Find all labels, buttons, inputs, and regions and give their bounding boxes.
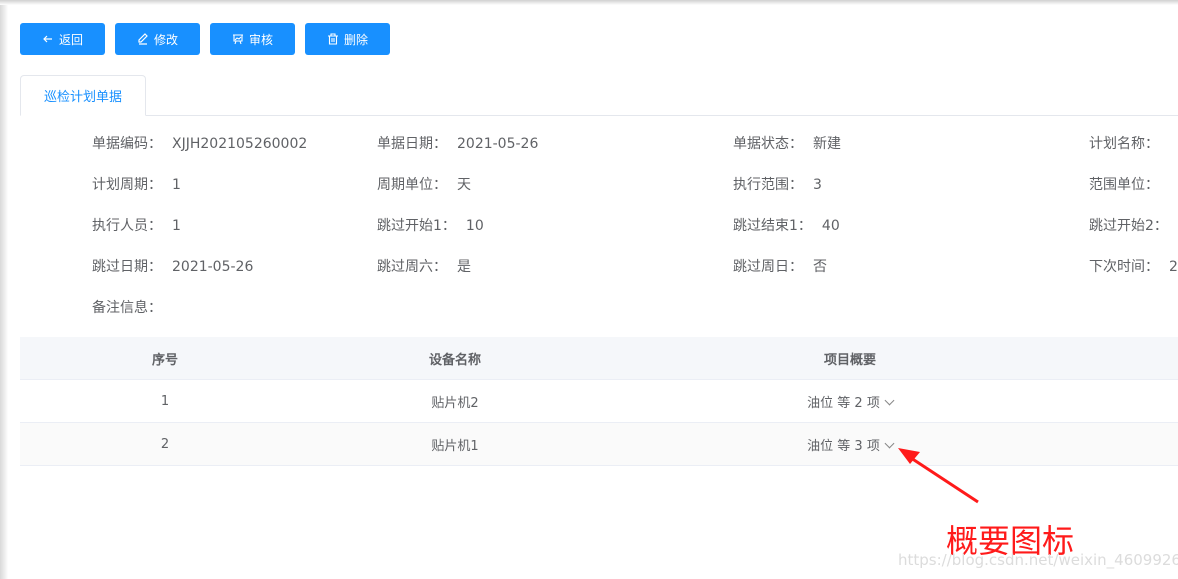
table-row: 1 贴片机2 油位 等 2 项 (20, 380, 1178, 423)
field: 范围单位： (1089, 174, 1169, 194)
summary-toggle[interactable]: 油位 等 3 项 (600, 435, 1100, 454)
cell-index: 2 (160, 436, 170, 452)
field-value: 是 (457, 259, 471, 275)
field-value: 1 (172, 218, 181, 234)
field: 单据状态： 新建 (733, 133, 841, 153)
field: 执行人员： 1 (92, 215, 181, 235)
field: 执行范围： 3 (733, 174, 822, 194)
field-value: XJJH202105260002 (172, 136, 308, 152)
field-label: 跳过周日： (733, 259, 803, 275)
field-label: 单据日期： (377, 136, 447, 152)
cell-device-name: 贴片机1 (431, 438, 479, 454)
delete-button[interactable]: 删除 (305, 23, 390, 55)
field-label: 备注信息： (92, 300, 162, 316)
cell-device-name: 贴片机2 (431, 395, 479, 411)
top-shadow (0, 0, 1178, 5)
field-label: 单据编码： (92, 136, 162, 152)
trash-icon (327, 33, 338, 45)
header-index: 序号 (151, 352, 178, 368)
field-value: 10 (465, 218, 484, 234)
field-label: 跳过周六： (377, 259, 447, 275)
back-label: 返回 (58, 32, 83, 47)
field-label: 单据状态： (733, 136, 803, 152)
field: 下次时间： 2 (1089, 256, 1178, 276)
field-label: 跳过开始1： (377, 218, 456, 234)
field-value: 新建 (813, 136, 841, 152)
field: 跳过周六： 是 (377, 256, 471, 276)
field-label: 跳过结束1： (733, 218, 812, 234)
field: 备注信息： (92, 297, 172, 317)
table-row: 2 贴片机1 油位 等 3 项 (20, 423, 1178, 466)
field-label: 跳过开始2： (1089, 218, 1168, 234)
field-label: 计划名称： (1089, 136, 1159, 152)
field: 跳过周日： 否 (733, 256, 827, 276)
cell-summary: 油位 等 2 项 (807, 395, 880, 411)
cell-summary: 油位 等 3 项 (807, 438, 880, 454)
field-value: 1 (172, 177, 181, 193)
audit-label: 审核 (248, 32, 273, 47)
header-summary: 项目概要 (823, 352, 876, 368)
field: 周期单位： 天 (377, 174, 471, 194)
cell-index: 1 (160, 393, 170, 409)
field-label: 下次时间： (1089, 259, 1159, 275)
field-value: 40 (821, 218, 840, 234)
edit-icon (138, 33, 148, 45)
audit-button[interactable]: 审核 (210, 23, 295, 55)
field-value: 2021-05-26 (172, 259, 254, 275)
field: 跳过结束1： 40 (733, 215, 840, 235)
left-shadow (0, 0, 8, 579)
field-label: 周期单位： (377, 177, 447, 193)
field-label: 执行人员： (92, 218, 162, 234)
device-table: 序号 设备名称 项目概要 1 贴片机2 油位 等 2 项 2 贴片机1 油位 等… (20, 337, 1178, 466)
field: 跳过开始1： 10 (377, 215, 484, 235)
field: 计划名称： (1089, 133, 1169, 153)
field: 跳过日期： 2021-05-26 (92, 256, 253, 276)
delete-label: 删除 (343, 32, 368, 47)
field-label: 计划周期： (92, 177, 162, 193)
field-value: 3 (813, 177, 822, 193)
field: 单据日期： 2021-05-26 (377, 133, 538, 153)
tab-plan-document[interactable]: 巡检计划单据 (20, 75, 146, 116)
watermark: https://blog.csdn.net/weixin_46099269 (898, 551, 1178, 569)
summary-toggle[interactable]: 油位 等 2 项 (600, 392, 1100, 411)
audit-icon (232, 34, 243, 45)
field-value: 天 (457, 177, 471, 193)
chevron-down-icon[interactable] (884, 395, 895, 405)
field-value: 2021-05-26 (457, 136, 539, 152)
field-label: 执行范围： (733, 177, 803, 193)
field: 跳过开始2： (1089, 215, 1178, 235)
field-value: 2 (1169, 259, 1178, 275)
header-device-name: 设备名称 (428, 352, 481, 368)
table-header: 序号 设备名称 项目概要 (20, 337, 1178, 380)
back-button[interactable]: 返回 (20, 23, 105, 55)
annotation-arrow-icon (898, 448, 979, 504)
field-value: 否 (813, 259, 827, 275)
tab-divider (20, 115, 1178, 116)
field: 计划周期： 1 (92, 174, 181, 194)
arrow-left-icon (43, 35, 52, 43)
field: 单据编码： XJJH202105260002 (92, 133, 307, 153)
edit-button[interactable]: 修改 (115, 23, 200, 55)
field-label: 跳过日期： (92, 259, 162, 275)
edit-label: 修改 (153, 32, 178, 47)
field-label: 范围单位： (1089, 177, 1159, 193)
